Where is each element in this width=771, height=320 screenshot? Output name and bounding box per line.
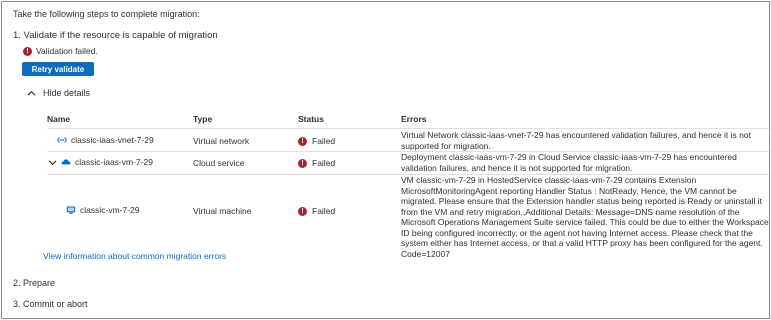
row-type: Virtual network [193,136,250,146]
step-3-title: 3. Commit or abort [13,299,88,309]
row-status: ! Failed [298,206,335,216]
virtual-machine-icon [66,206,76,214]
validation-message: ! Validation failed. [23,46,98,56]
row-status-label: Failed [312,206,336,216]
table-row-name[interactable]: classic-vm-7-29 [66,205,140,215]
row-type: Virtual machine [193,206,252,216]
column-header-errors: Errors [401,114,427,124]
intro-text: Take the following steps to complete mig… [13,9,200,19]
migration-errors-link[interactable]: View information about common migration … [43,251,226,261]
step-1-title: 1. Validate if the resource is capable o… [13,30,218,41]
row-name-label: classic-iaas-vnet-7-29 [71,135,154,145]
row-status-label: Failed [312,158,336,168]
validation-message-text: Validation failed. [36,46,98,56]
column-header-type: Type [193,114,213,124]
row-name-label: classic-iaas-vm-7-29 [75,157,153,167]
column-header-status: Status [298,114,324,124]
cloud-service-icon [61,159,71,165]
row-status-label: Failed [312,136,336,146]
column-header-name: Name [47,114,71,124]
row-status: ! Failed [298,158,335,168]
row-errors: Deployment classic-iaas-vm-7-29 in Cloud… [401,152,737,173]
header-divider [47,128,769,129]
hide-details-label: Hide details [43,88,91,98]
virtual-network-icon [57,137,67,143]
failed-icon: ! [298,206,307,216]
row-name-label: classic-vm-7-29 [80,205,140,215]
chevron-down-icon[interactable] [48,158,57,167]
row-errors: Virtual Network classic-iaas-vnet-7-29 h… [401,130,751,151]
row-errors: VM classic-vm-7-29 in HostedService clas… [401,175,769,259]
retry-validate-button[interactable]: Retry validate [22,62,94,76]
migration-panel: Take the following steps to complete mig… [1,1,770,319]
chevron-up-icon [27,90,36,96]
failed-icon: ! [298,158,307,168]
row-type: Cloud service [193,158,245,168]
table-row-name[interactable]: classic-iaas-vm-7-29 [48,157,153,167]
table-row-name[interactable]: classic-iaas-vnet-7-29 [57,135,154,145]
row-status: ! Failed [298,136,335,146]
step-2-title: 2. Prepare [13,278,56,288]
error-icon: ! [23,46,32,56]
failed-icon: ! [298,136,307,146]
hide-details-toggle[interactable]: Hide details [27,88,90,98]
